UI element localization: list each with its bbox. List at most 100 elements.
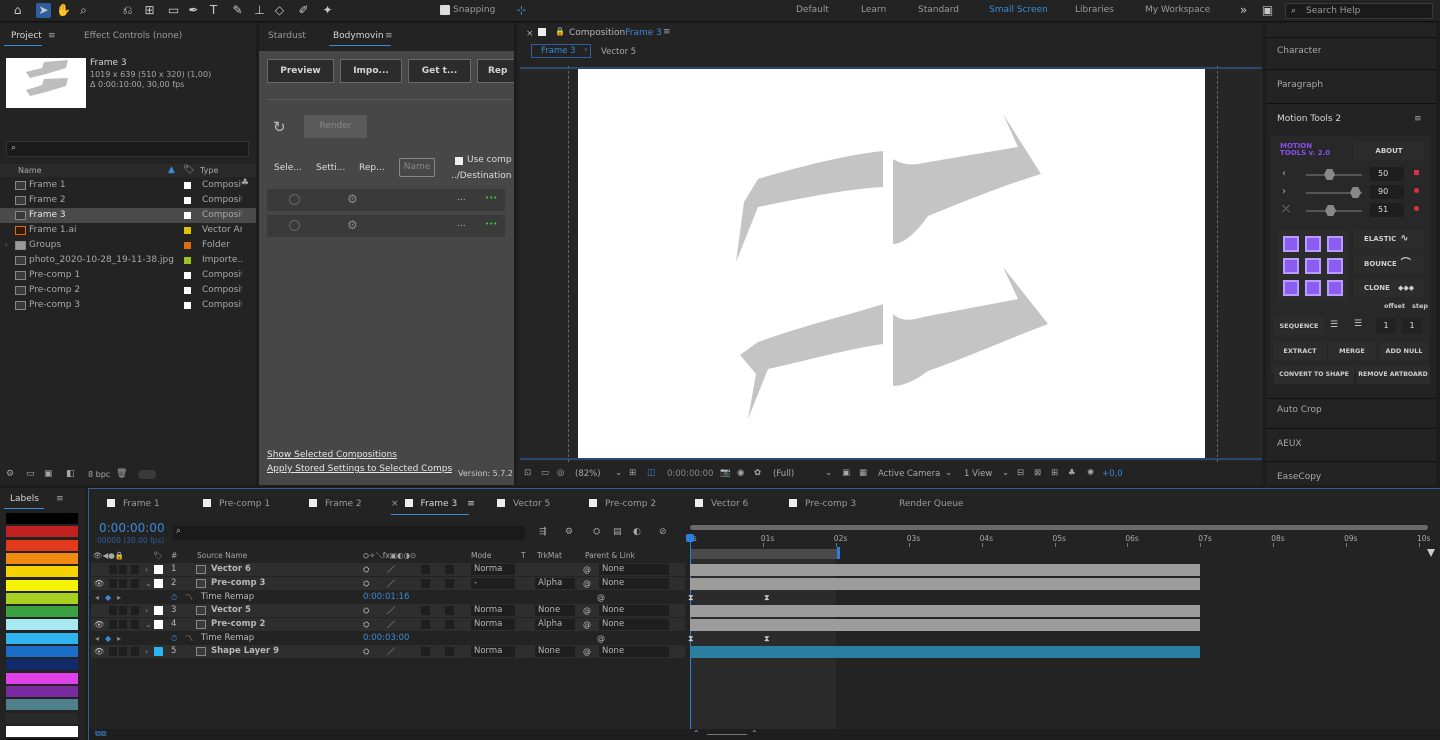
select-radio[interactable] [289,194,300,205]
search-help-input[interactable]: ⌕ Search Help [1285,3,1433,19]
project-search-input[interactable]: ⌕ [6,141,249,157]
easecopy-panel[interactable]: EaseCopy [1277,472,1321,482]
more-icon[interactable]: ••• [485,220,497,228]
label-color-swatch[interactable] [184,182,191,189]
label-color-swatch[interactable] [6,699,78,711]
snapshot-icon[interactable]: 📷 [720,468,731,478]
work-area-end-handle[interactable] [837,547,840,559]
parent-dropdown[interactable]: None [599,605,669,616]
layer-name[interactable]: Vector 5 [211,604,341,617]
ribbon-top-right[interactable] [893,114,1041,244]
label-color-swatch[interactable] [6,619,78,631]
label-color-swatch[interactable] [184,212,191,219]
layer-duration-bar[interactable] [690,564,1200,576]
paragraph-panel[interactable]: Paragraph [1277,80,1323,90]
col-type[interactable]: Type [200,166,218,175]
clone-stamp-icon[interactable]: ⊥ [252,3,267,18]
transparency-grid-icon[interactable]: ▦ [859,468,867,478]
use-comp-checkbox[interactable] [455,157,463,165]
ribbon-bottom-right[interactable] [893,267,1048,386]
keyframe-icon[interactable]: ⧗ [688,634,694,644]
panel-menu-icon[interactable]: ≡ [48,31,56,41]
new-comp-icon[interactable]: ▣ [44,469,53,479]
label-color-swatch[interactable] [6,566,78,578]
trkmat-dropdown[interactable]: Alpha [535,619,575,630]
destination-ellipsis[interactable]: ... [457,219,466,229]
solo-toggle[interactable] [119,606,127,615]
more-workspaces-icon[interactable]: » [1236,3,1251,18]
slider-keyframe-icon[interactable] [1414,188,1419,193]
anchor-point-button[interactable] [1283,236,1299,252]
sequence-reverse-icon[interactable]: ☰ [1354,319,1362,329]
label-color-swatch[interactable] [184,272,191,279]
elastic-button[interactable]: ELASTIC ∿ [1354,230,1424,248]
apply-settings-link[interactable]: Apply Stored Settings to Selected Comps [267,464,452,474]
workspace-small-screen[interactable]: Small Screen [989,5,1048,15]
adjustment-switch[interactable] [421,606,430,615]
mode-dropdown[interactable]: Norma [471,605,515,616]
col-name[interactable]: Name [18,166,42,175]
auto-crop-panel[interactable]: Auto Crop [1277,405,1322,415]
3d-switch[interactable] [445,579,454,588]
keyframe-nav-icon[interactable]: ▸ [117,632,121,645]
keyframe-diamond-icon[interactable]: ◆ [105,632,111,645]
anchor-point-button[interactable] [1327,258,1343,274]
rectangle-tool-icon[interactable]: ▭ [166,3,181,18]
tab-stardust[interactable]: Stardust [268,31,306,41]
layer-duration-bar[interactable] [690,578,1200,590]
solo-toggle[interactable] [119,620,127,629]
fast-preview-icon[interactable]: ⊠ [1034,468,1041,478]
twirl-arrow-icon[interactable]: ⌄ [145,618,152,631]
slider-keyframe-icon[interactable] [1414,206,1419,211]
camera-tool-icon[interactable]: ⎌ [120,3,135,18]
slider-knob[interactable] [1324,169,1335,180]
property-row[interactable]: ◂ ◆ ▸ ⏱ 〽 Time Remap 0:00:01:16 @ [91,591,685,604]
selection-tool-icon[interactable]: ➤ [36,3,51,18]
layer-duration-bar[interactable] [690,619,1200,631]
pickwhip-icon[interactable]: @ [583,563,591,576]
layer-row[interactable]: › 1 Vector 6 ⛭ ／ Norma @ None [91,563,685,576]
parent-dropdown[interactable]: None [599,564,669,575]
motion-tools-title[interactable]: Motion Tools 2 [1277,114,1341,124]
label-color-swatch[interactable] [184,257,191,264]
show-snapshot-icon[interactable]: ◉ [737,468,744,478]
comp-end-marker[interactable] [1427,549,1435,557]
shy-switch-icon[interactable]: ⛭ [363,563,369,576]
ribbon-bottom-left[interactable] [740,304,883,419]
audio-toggle[interactable] [109,565,117,574]
audio-toggle[interactable] [109,606,117,615]
lock-toggle[interactable] [131,579,139,588]
workspace-menu-icon[interactable]: ▣ [1260,3,1275,18]
preview-button[interactable]: Preview [267,59,334,83]
anchor-point-button[interactable] [1327,280,1343,296]
labels-title[interactable]: Labels [10,494,39,504]
show-selected-link[interactable]: Show Selected Compositions [267,450,397,460]
type-tool-icon[interactable]: T [206,3,221,18]
pickwhip-icon[interactable]: @ [583,645,591,658]
pickwhip-icon[interactable]: @ [583,618,591,631]
label-color-swatch[interactable] [6,632,78,644]
anchor-point-button[interactable] [1283,280,1299,296]
slider-knob[interactable] [1325,205,1336,216]
merge-button[interactable]: MERGE [1328,342,1376,360]
comp-tab[interactable]: CompositionFrame 3 [569,28,662,38]
3d-switch[interactable] [445,647,454,656]
report-button[interactable]: Rep [477,59,514,83]
keyframe-icon[interactable]: ⧗ [764,593,770,603]
project-item[interactable]: photo_2020-10-28_19-11-38.jpg Importe... [0,253,256,268]
label-color-swatch[interactable] [6,672,78,684]
get-button[interactable]: Get t... [408,59,471,83]
chevron-down-icon[interactable]: ⌄ [825,468,832,478]
remove-artboard-button[interactable]: REMOVE ARTBOARD [1356,366,1430,384]
keyframe-nav-icon[interactable]: ◂ [95,591,99,604]
select-radio[interactable] [289,220,300,231]
vr-icon[interactable]: ◎ [557,468,564,478]
lock-toggle[interactable] [131,565,139,574]
character-panel[interactable]: Character [1277,46,1321,56]
label-color-swatch[interactable] [6,592,78,604]
exposure-value[interactable]: +0,0 [1102,469,1123,479]
import-button[interactable]: Impo... [340,59,402,83]
toggle-switches-icon[interactable]: ⧉⧉ [95,729,106,739]
comp-canvas[interactable] [578,69,1205,458]
zoom-tool-icon[interactable]: ⌕ [76,3,91,18]
